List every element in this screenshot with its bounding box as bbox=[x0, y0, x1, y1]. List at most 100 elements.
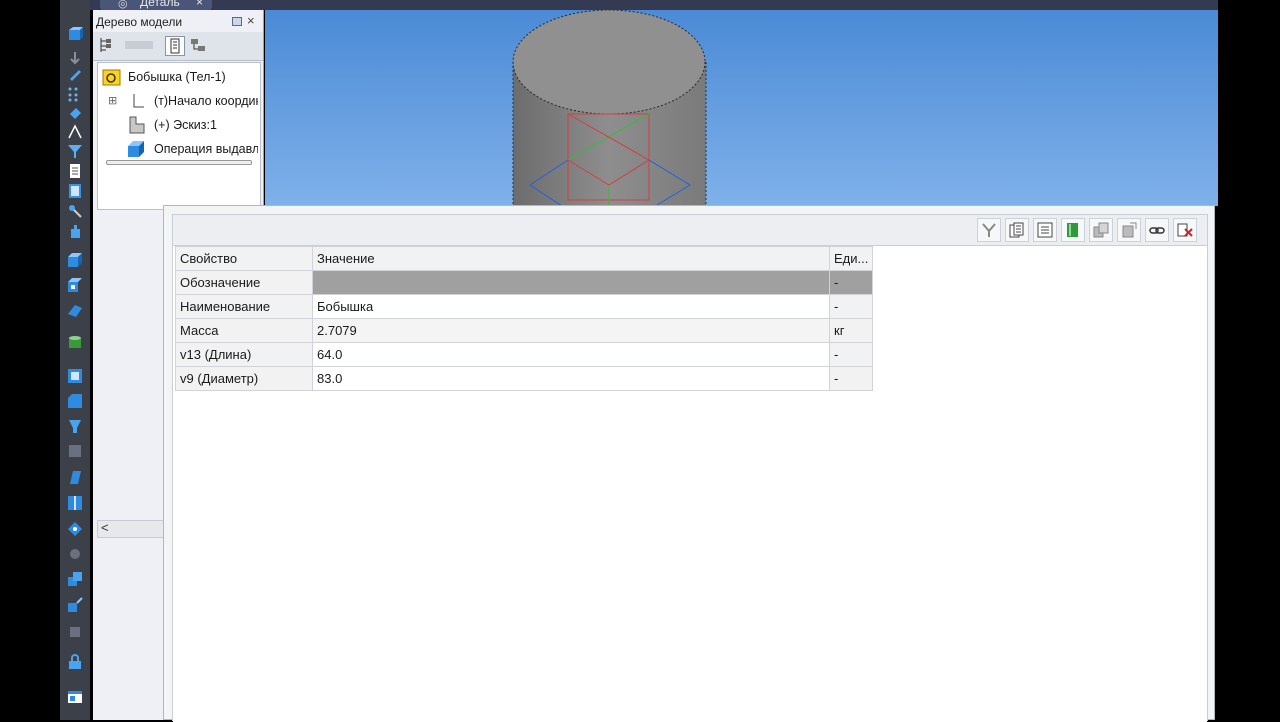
lock-icon[interactable] bbox=[67, 654, 83, 670]
table-row[interactable]: v13 (Длина) 64.0 - bbox=[175, 342, 874, 367]
book-icon[interactable] bbox=[1061, 218, 1085, 242]
panel-scrollbar[interactable]: < bbox=[97, 520, 167, 538]
grid-icon[interactable] bbox=[67, 86, 83, 102]
property-cell: v9 (Диаметр) bbox=[175, 366, 313, 391]
unit-cell: - bbox=[828, 342, 874, 367]
cylinder-icon[interactable] bbox=[67, 334, 83, 350]
3d-viewport[interactable] bbox=[265, 10, 1218, 206]
expand-icon[interactable]: ⊞ bbox=[108, 94, 117, 107]
tree-list-view-icon[interactable] bbox=[165, 36, 185, 56]
tree-item-sketch[interactable]: (+) Эскиз:1 bbox=[98, 114, 258, 136]
window-icon[interactable] bbox=[67, 689, 83, 705]
rotate-icon[interactable] bbox=[67, 277, 83, 293]
delete-icon[interactable] bbox=[1173, 218, 1197, 242]
tree-item-label: Бобышка (Тел-1) bbox=[128, 70, 226, 84]
sheet-icon[interactable] bbox=[67, 183, 83, 199]
transfer-icon[interactable] bbox=[1089, 218, 1113, 242]
export-icon[interactable] bbox=[1117, 218, 1141, 242]
tree-horizontal-scrollbar[interactable] bbox=[106, 160, 252, 165]
table-header: Свойство Значение Еди... bbox=[175, 246, 874, 271]
cylinder-model bbox=[512, 10, 707, 206]
part-icon[interactable] bbox=[67, 26, 83, 42]
pencil-icon[interactable] bbox=[67, 66, 83, 82]
extrude-icon[interactable] bbox=[67, 252, 83, 268]
properties-panel: Свойство Значение Еди... Обозначение - Н… bbox=[172, 214, 1208, 722]
column-header-value[interactable]: Значение bbox=[312, 246, 830, 271]
tree-structure-icon[interactable] bbox=[97, 36, 115, 54]
shell-icon[interactable] bbox=[67, 469, 83, 485]
tree-title: Дерево модели bbox=[96, 15, 183, 29]
tree-header: Дерево модели × bbox=[93, 12, 263, 32]
property-cell: Масса bbox=[175, 318, 313, 343]
arrow-icon[interactable] bbox=[67, 50, 83, 66]
value-cell[interactable] bbox=[312, 270, 830, 295]
tree-item-origin[interactable]: ⊞ (т)Начало координат bbox=[98, 90, 258, 112]
properties-table-area: Свойство Значение Еди... Обозначение - Н… bbox=[173, 246, 1207, 722]
extrusion-icon bbox=[128, 141, 144, 157]
eraser-icon[interactable] bbox=[67, 104, 83, 120]
filter-icon[interactable] bbox=[977, 218, 1001, 242]
tree-disabled-icon[interactable] bbox=[123, 36, 157, 54]
frame-icon[interactable] bbox=[67, 368, 83, 384]
column-header-property[interactable]: Свойство bbox=[175, 246, 313, 271]
tree-item-label: Операция выдавливания bbox=[154, 142, 258, 156]
property-cell: v13 (Длина) bbox=[175, 342, 313, 367]
unit-cell: - bbox=[828, 270, 874, 295]
tab-detail[interactable]: ◎ Деталь × bbox=[100, 0, 212, 10]
tree-body: Бобышка (Тел-1) ⊞ (т)Начало координат (+… bbox=[97, 62, 261, 210]
column-header-unit[interactable]: Еди... bbox=[828, 246, 874, 271]
table-row[interactable]: Наименование Бобышка - bbox=[175, 294, 874, 319]
hand-icon[interactable] bbox=[67, 223, 83, 239]
hole-icon[interactable] bbox=[67, 418, 83, 434]
link-icon[interactable] bbox=[1145, 218, 1169, 242]
angle-icon[interactable] bbox=[67, 124, 83, 140]
property-cell: Наименование bbox=[175, 294, 313, 319]
coordinate-origin-icon bbox=[133, 94, 144, 108]
tree-toolbar bbox=[93, 32, 263, 61]
body-icon bbox=[102, 69, 121, 86]
properties-window: Свойство Значение Еди... Обозначение - Н… bbox=[163, 205, 1215, 722]
tree-item-extrusion[interactable]: Операция выдавливания bbox=[98, 138, 258, 160]
copy-icon[interactable] bbox=[1005, 218, 1029, 242]
unit-cell: - bbox=[828, 366, 874, 391]
value-cell[interactable]: 2.7079 bbox=[312, 318, 830, 343]
property-cell: Обозначение bbox=[175, 270, 313, 295]
chamfer-icon[interactable] bbox=[67, 393, 83, 409]
left-toolbar bbox=[60, 0, 90, 720]
table-row[interactable]: Масса 2.7079 кг bbox=[175, 318, 874, 343]
unit-cell: кг bbox=[828, 318, 874, 343]
disabled-tool-icon[interactable] bbox=[67, 624, 83, 640]
tree-item-label: (т)Начало координат bbox=[154, 94, 258, 108]
list-icon[interactable] bbox=[1033, 218, 1057, 242]
transform-icon[interactable] bbox=[67, 597, 83, 613]
loft-icon[interactable] bbox=[67, 302, 83, 318]
part-icon: ◎ bbox=[118, 0, 128, 10]
tree-sort-icon[interactable] bbox=[189, 36, 207, 54]
unit-cell: - bbox=[828, 294, 874, 319]
value-cell[interactable]: 83.0 bbox=[312, 366, 830, 391]
document-icon[interactable] bbox=[67, 163, 83, 179]
tab-label: Деталь bbox=[140, 0, 180, 9]
properties-toolbar bbox=[173, 215, 1207, 246]
sketch-icon bbox=[129, 116, 145, 134]
measure-icon[interactable] bbox=[67, 203, 83, 219]
rib-icon[interactable] bbox=[67, 443, 83, 459]
right-border bbox=[1218, 0, 1280, 720]
table-row[interactable]: Обозначение - bbox=[175, 270, 874, 295]
value-cell[interactable]: 64.0 bbox=[312, 342, 830, 367]
value-cell[interactable]: Бобышка bbox=[312, 294, 830, 319]
tree-close-button[interactable]: × bbox=[247, 13, 255, 28]
title-bar bbox=[90, 0, 1218, 10]
tree-item-boss[interactable]: Бобышка (Тел-1) bbox=[98, 66, 258, 88]
scroll-left-arrow[interactable]: < bbox=[101, 520, 109, 535]
mirror-icon[interactable] bbox=[67, 495, 83, 511]
table-row[interactable]: v9 (Диаметр) 83.0 - bbox=[175, 366, 874, 391]
copy-body-icon[interactable] bbox=[67, 571, 83, 587]
tree-item-label: (+) Эскиз:1 bbox=[154, 118, 217, 132]
properties-table: Свойство Значение Еди... Обозначение - Н… bbox=[175, 246, 874, 391]
pin-icon[interactable] bbox=[232, 17, 242, 26]
funnel-icon[interactable] bbox=[67, 143, 83, 159]
array-icon[interactable] bbox=[67, 521, 83, 537]
inactive-tool-icon[interactable] bbox=[67, 546, 83, 562]
tab-close-button[interactable]: × bbox=[196, 0, 203, 9]
